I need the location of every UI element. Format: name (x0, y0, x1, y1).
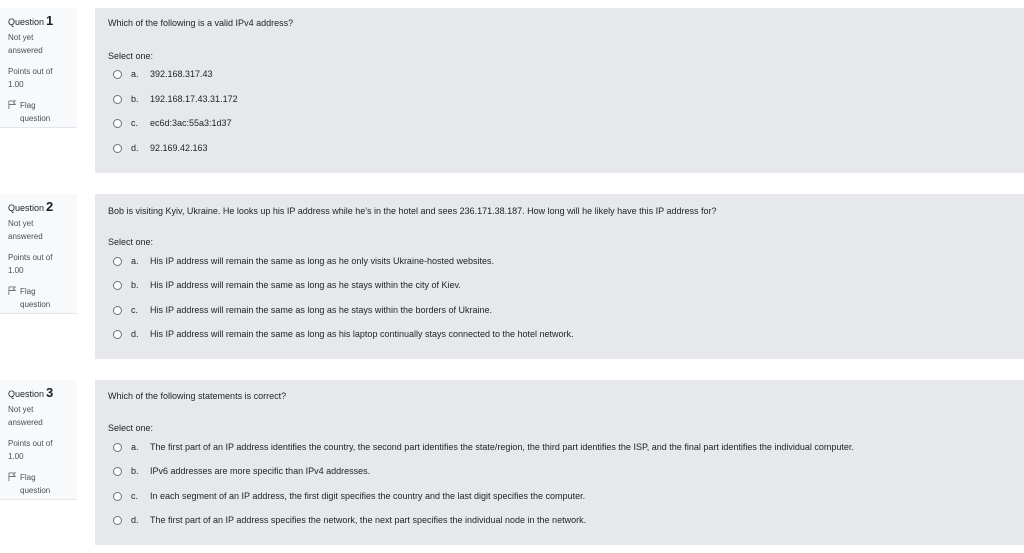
radio-button[interactable] (113, 143, 122, 153)
radio-button[interactable] (113, 491, 122, 501)
answer-text: In each segment of an IP address, the fi… (150, 491, 586, 501)
question-number: 2 (46, 199, 54, 214)
radio-button[interactable] (113, 94, 122, 104)
answer-letter: d. (131, 143, 139, 153)
radio-button[interactable] (113, 442, 122, 452)
flag-label: Flag question (20, 101, 51, 123)
question-grade: Points out of 1.00 (8, 67, 53, 89)
question-text: Which of the following is a valid IPv4 a… (108, 18, 294, 28)
question-title: Question 3 (8, 385, 54, 400)
radio-button[interactable] (113, 280, 122, 290)
answer-option-a[interactable]: a. His IP address will remain the same as… (113, 256, 494, 266)
answer-text: His IP address will remain the same as l… (150, 256, 494, 266)
question-content: Which of the following statements is cor… (95, 380, 1024, 545)
answer-prompt: Select one: (108, 51, 154, 61)
answer-text: 92.169.42.163 (150, 143, 208, 153)
answer-letter: b. (131, 94, 139, 104)
answer-text: His IP address will remain the same as l… (150, 329, 574, 339)
answer-option-c[interactable]: c. ec6d:3ac:55a3:1d37 (113, 118, 232, 128)
question-info: Question 3 Not yet answered Points out of… (0, 380, 77, 500)
flag-question-link[interactable]: Flag question (8, 99, 77, 125)
flag-question-link[interactable]: Flag question (8, 471, 77, 497)
question-info: Question 1 Not yet answered Points out of… (0, 8, 77, 128)
answer-prompt: Select one: (108, 237, 154, 247)
answer-text: His IP address will remain the same as l… (150, 280, 461, 290)
answer-text: 192.168.17.43.31.172 (150, 94, 238, 104)
flag-question-link[interactable]: Flag question (8, 285, 77, 311)
radio-button[interactable] (113, 466, 122, 476)
answer-option-a[interactable]: a. 392.168.317.43 (113, 69, 213, 79)
question-text: Bob is visiting Kyiv, Ukraine. He looks … (108, 206, 717, 216)
flag-icon (8, 286, 17, 295)
answer-option-d[interactable]: d. 92.169.42.163 (113, 143, 208, 153)
answer-text: 392.168.317.43 (150, 69, 213, 79)
answer-text: The first part of an IP address identifi… (150, 442, 854, 452)
flag-label: Flag question (20, 473, 51, 495)
answer-prompt: Select one: (108, 423, 154, 433)
question-info: Question 2 Not yet answered Points out of… (0, 194, 77, 314)
question-number: 3 (46, 385, 54, 400)
answer-option-a[interactable]: a. The first part of an IP address identi… (113, 442, 854, 452)
radio-button[interactable] (113, 515, 122, 525)
flag-icon (8, 472, 17, 481)
question-title: Question 2 (8, 199, 54, 214)
answer-letter: d. (131, 515, 139, 525)
flag-icon (8, 100, 17, 109)
answer-option-d[interactable]: d. The first part of an IP address specif… (113, 515, 586, 525)
question-state: Not yet answered (8, 219, 43, 241)
answer-letter: c. (131, 305, 139, 315)
radio-button[interactable] (113, 118, 122, 128)
answer-option-b[interactable]: b. 192.168.17.43.31.172 (113, 94, 238, 104)
answer-option-b[interactable]: b. IPv6 addresses are more specific than … (113, 466, 370, 476)
answer-letter: a. (131, 442, 139, 452)
radio-button[interactable] (113, 256, 122, 266)
answer-text: ec6d:3ac:55a3:1d37 (150, 118, 232, 128)
radio-button[interactable] (113, 69, 122, 79)
answer-option-b[interactable]: b. His IP address will remain the same as… (113, 280, 461, 290)
question-number: 1 (46, 13, 54, 28)
answer-letter: b. (131, 280, 139, 290)
answer-letter: a. (131, 256, 139, 266)
answer-option-c[interactable]: c. His IP address will remain the same as… (113, 305, 492, 315)
question-grade: Points out of 1.00 (8, 253, 53, 275)
answer-text: The first part of an IP address specifie… (150, 515, 587, 525)
answer-option-d[interactable]: d. His IP address will remain the same as… (113, 329, 574, 339)
answer-text: His IP address will remain the same as l… (150, 305, 492, 315)
answer-option-c[interactable]: c. In each segment of an IP address, the … (113, 491, 585, 501)
answer-text: IPv6 addresses are more specific than IP… (150, 466, 371, 476)
answer-letter: a. (131, 69, 139, 79)
answer-letter: c. (131, 491, 139, 501)
answer-letter: c. (131, 118, 139, 128)
flag-label: Flag question (20, 287, 51, 309)
question-title: Question 1 (8, 13, 54, 28)
answer-letter: b. (131, 466, 139, 476)
radio-button[interactable] (113, 305, 122, 315)
question-state: Not yet answered (8, 33, 43, 55)
question-content: Bob is visiting Kyiv, Ukraine. He looks … (95, 194, 1024, 359)
question-content: Which of the following is a valid IPv4 a… (95, 8, 1024, 173)
radio-button[interactable] (113, 329, 122, 339)
answer-letter: d. (131, 329, 139, 339)
question-state: Not yet answered (8, 405, 43, 427)
question-text: Which of the following statements is cor… (108, 391, 287, 401)
question-grade: Points out of 1.00 (8, 439, 53, 461)
